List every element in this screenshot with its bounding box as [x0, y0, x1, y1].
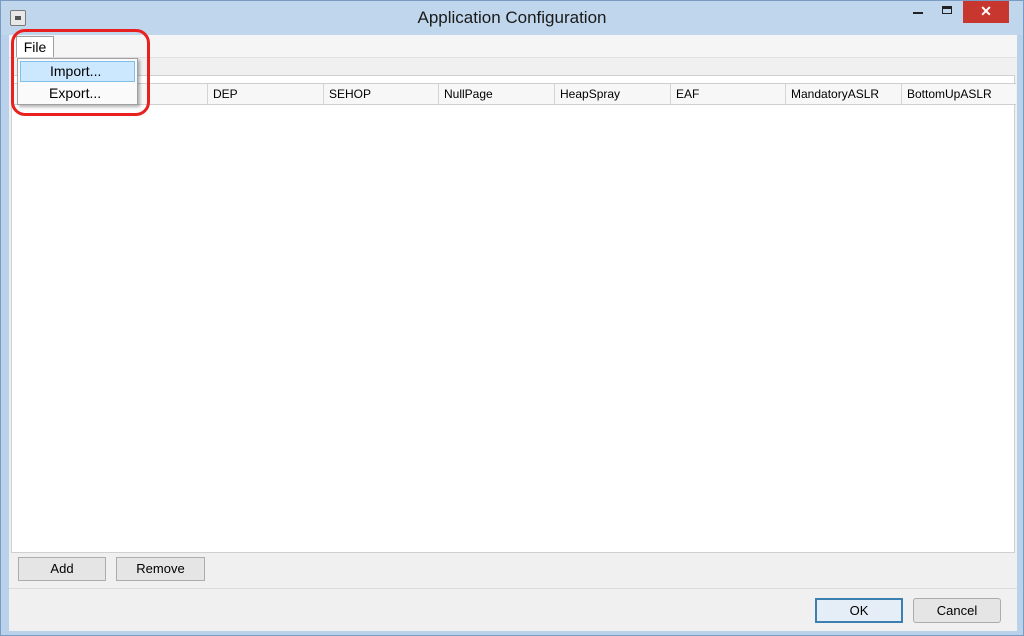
minimize-icon: [912, 12, 923, 14]
title-bar[interactable]: Application Configuration ✕: [1, 1, 1023, 35]
menu-item-import[interactable]: Import...: [20, 61, 135, 82]
menu-file[interactable]: File: [16, 36, 54, 57]
ok-button[interactable]: OK: [815, 598, 903, 623]
add-button[interactable]: Add: [18, 557, 106, 581]
minimize-button[interactable]: [904, 1, 931, 23]
maximize-button[interactable]: [933, 1, 960, 23]
dialog-footer: OK Cancel: [9, 588, 1017, 631]
column-header-nullpage[interactable]: NullPage: [439, 84, 555, 104]
menu-item-export[interactable]: Export...: [20, 83, 135, 104]
applications-grid[interactable]: DEP SEHOP NullPage HeapSpray EAF Mandato…: [11, 75, 1016, 553]
file-menu-dropdown: Import... Export...: [17, 58, 138, 105]
close-button[interactable]: ✕: [963, 1, 1009, 23]
column-header-sehop[interactable]: SEHOP: [324, 84, 439, 104]
remove-button[interactable]: Remove: [116, 557, 205, 581]
close-icon: ✕: [980, 3, 992, 19]
cancel-button[interactable]: Cancel: [913, 598, 1001, 623]
menu-bar: File: [9, 35, 1017, 58]
column-header-heapspray[interactable]: HeapSpray: [555, 84, 671, 104]
app-window: Application Configuration ✕ File DEP SEH…: [0, 0, 1024, 636]
column-header-eaf[interactable]: EAF: [671, 84, 786, 104]
column-header-mandatoryaslr[interactable]: MandatoryASLR: [786, 84, 902, 104]
column-header-bottomupaslr[interactable]: BottomUpASLR: [902, 84, 1016, 104]
column-header-dep[interactable]: DEP: [208, 84, 324, 104]
client-area: File DEP SEHOP NullPage HeapSpray EAF Ma…: [9, 35, 1017, 631]
grid-header: DEP SEHOP NullPage HeapSpray EAF Mandato…: [12, 83, 1016, 105]
maximize-icon: [941, 6, 952, 14]
window-title: Application Configuration: [417, 8, 607, 27]
